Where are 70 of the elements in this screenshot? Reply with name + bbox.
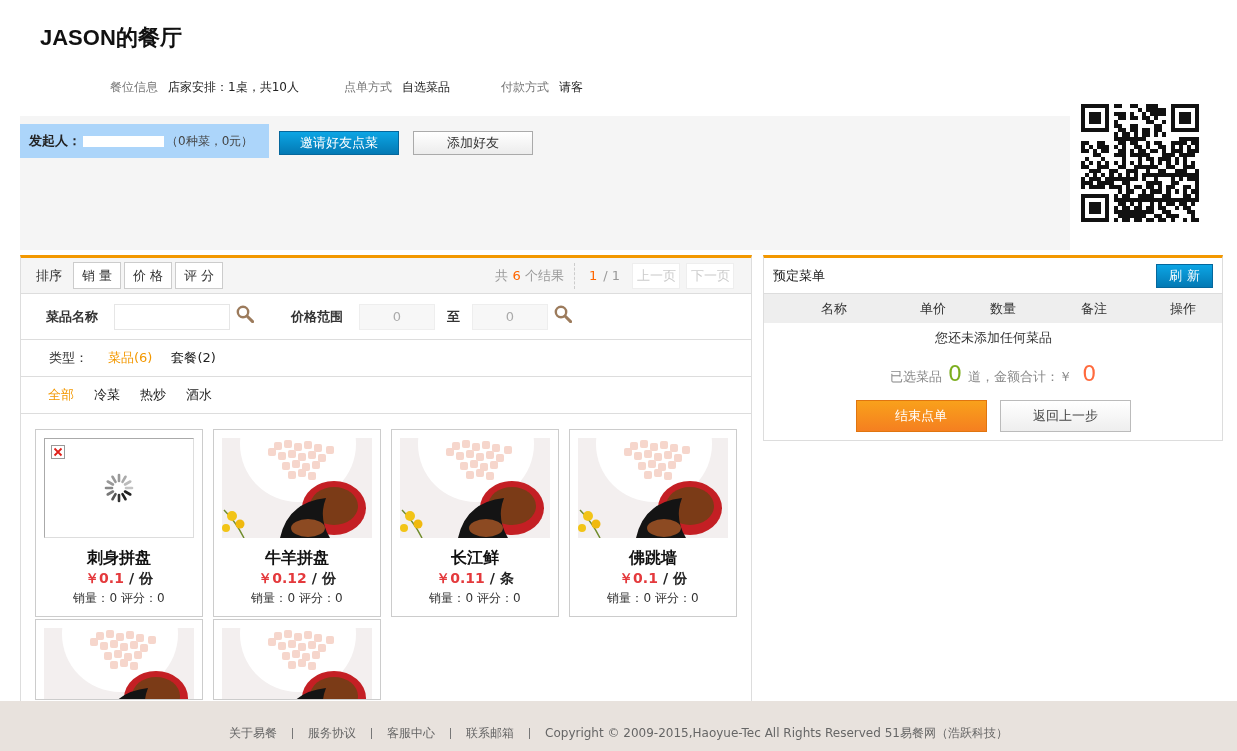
type-filter-link[interactable]: 套餐(2): [171, 349, 216, 367]
refresh-button[interactable]: 刷 新: [1156, 263, 1213, 288]
column-header: 备注: [1080, 299, 1108, 318]
add-friend-button[interactable]: 添加好友: [413, 131, 533, 155]
column-header: 操作: [1169, 299, 1197, 318]
sort-button[interactable]: 评 分: [175, 262, 223, 289]
footer-link[interactable]: 联系邮箱: [466, 725, 515, 741]
category-link[interactable]: 热炒: [140, 386, 166, 404]
broken-image-icon: [51, 445, 65, 459]
sort-label: 排序: [36, 266, 62, 285]
max-price-field[interactable]: 0: [472, 303, 548, 330]
dish-price: ￥0.1: [85, 569, 124, 588]
price-range-label: 价格范围: [291, 307, 343, 326]
dish-card[interactable]: [213, 619, 381, 700]
info-value: 自选菜品: [402, 78, 450, 96]
dish-price: ￥0.1: [619, 569, 658, 588]
dish-price: ￥0.12: [258, 569, 307, 588]
empty-order-message: 您还未添加任何菜品: [933, 329, 1053, 347]
qr-code-icon: [1081, 104, 1199, 222]
dish-card[interactable]: 长江鲜 ￥0.11 / 条 销量：0 评分：0: [391, 429, 559, 617]
category-link[interactable]: 冷菜: [94, 386, 120, 404]
info-value: 请客: [559, 78, 583, 96]
initiator-summary: （0种菜，0元）: [166, 132, 254, 150]
dish-name-field[interactable]: [114, 303, 230, 330]
dish-unit: / 份: [128, 569, 153, 588]
dish-name-label: 菜品名称: [46, 307, 98, 326]
dish-name: 佛跳墙: [629, 548, 677, 568]
info-value: 店家安排：1桌，共10人: [168, 78, 299, 96]
info-label: 付款方式: [501, 78, 549, 96]
page-current: 1: [588, 268, 598, 283]
dish-name: 长江鲜: [451, 548, 499, 568]
sort-button[interactable]: 价 格: [124, 262, 172, 289]
dish-card[interactable]: 刺身拼盘 ￥0.1 / 份 销量：0 评分：0: [35, 429, 203, 617]
sort-button[interactable]: 销 量: [73, 262, 121, 289]
footer-link[interactable]: 服务协议: [308, 725, 357, 741]
footer-link[interactable]: 客服中心: [387, 725, 436, 741]
range-word: 至: [447, 307, 460, 326]
order-title: 预定菜单: [773, 266, 825, 285]
column-header: 单价: [919, 299, 947, 318]
info-label: 点单方式: [344, 78, 392, 96]
dish-stats: 销量：0 评分：0: [73, 590, 165, 607]
dish-card[interactable]: [35, 619, 203, 700]
dish-stats: 销量：0 评分：0: [607, 590, 699, 607]
initiator-label: 发起人：: [29, 132, 81, 150]
dish-stats: 销量：0 评分：0: [251, 590, 343, 607]
dish-unit: / 份: [311, 569, 336, 588]
footer-link[interactable]: 关于易餐: [229, 725, 278, 741]
dish-unit: / 条: [489, 569, 514, 588]
category-link[interactable]: 酒水: [186, 386, 212, 404]
column-header: 名称: [820, 299, 848, 318]
column-header: 数量: [989, 299, 1017, 318]
dish-name: 牛羊拼盘: [265, 548, 329, 568]
copyright-text: Copyright © 2009-2015,Haoyue-Tec All Rights Reserved 51易餐网（浩跃科技）: [545, 725, 1008, 741]
dish-unit: / 份: [662, 569, 687, 588]
dish-name: 刺身拼盘: [87, 548, 151, 568]
info-label: 餐位信息: [110, 78, 158, 96]
dish-stats: 销量：0 评分：0: [429, 590, 521, 607]
type-label: 类型：: [49, 349, 88, 367]
min-price-field[interactable]: 0: [359, 303, 435, 330]
dish-card[interactable]: 牛羊拼盘 ￥0.12 / 份 销量：0 评分：0: [213, 429, 381, 617]
loading-spinner-icon: [104, 473, 134, 503]
restaurant-title: JASON的餐厅: [40, 24, 182, 52]
invite-friends-button[interactable]: 邀请好友点菜: [279, 131, 399, 155]
search-icon[interactable]: [554, 304, 572, 323]
back-button[interactable]: 返回上一步: [999, 400, 1131, 432]
page-total: / 1: [603, 268, 620, 283]
dish-card[interactable]: 佛跳墙 ￥0.1 / 份 销量：0 评分：0: [569, 429, 737, 617]
search-icon[interactable]: [236, 304, 254, 323]
result-count: 共 6 个结果: [495, 266, 564, 285]
dish-price: ￥0.11: [436, 569, 485, 588]
